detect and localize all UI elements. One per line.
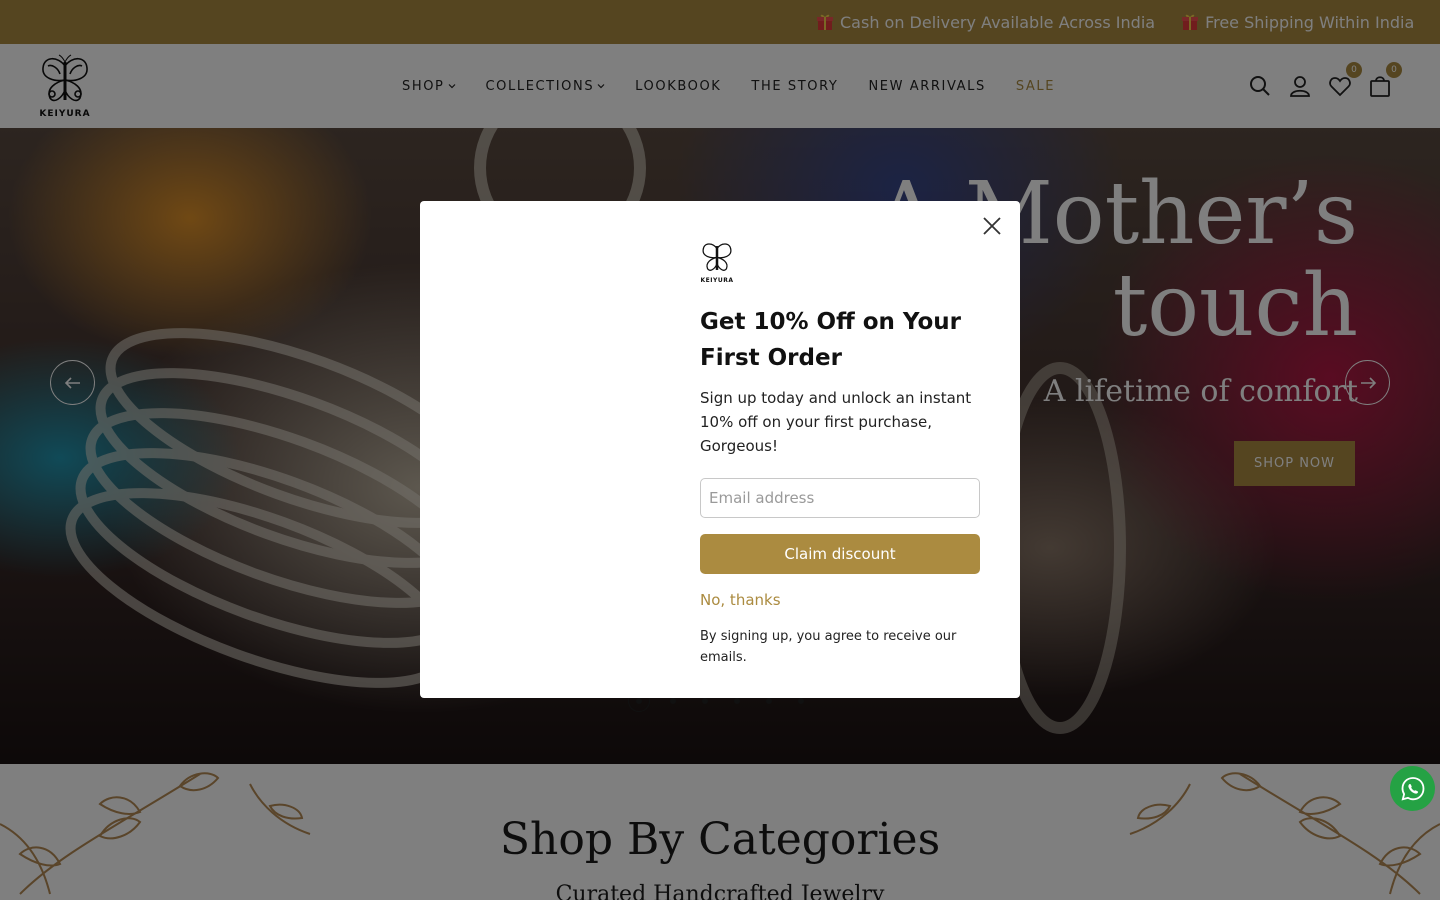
no-thanks-link[interactable]: No, thanks: [700, 591, 781, 609]
whatsapp-icon: [1401, 776, 1424, 800]
whatsapp-button[interactable]: [1390, 766, 1435, 811]
popup-title: Get 10% Off on Your First Order: [700, 309, 961, 371]
claim-discount-button[interactable]: Claim discount: [700, 534, 980, 574]
butterfly-logo-icon: [702, 243, 732, 271]
logo-text: KEIYURA: [700, 277, 734, 284]
email-field[interactable]: [700, 478, 980, 518]
close-button[interactable]: [980, 214, 1004, 238]
close-icon: [983, 217, 1001, 235]
popup-legal-text: By signing up, you agree to receive our …: [700, 629, 957, 665]
popup-body: Sign up today and unlock an instant 10% …: [700, 389, 972, 455]
popup-logo: KEIYURA: [700, 240, 734, 284]
